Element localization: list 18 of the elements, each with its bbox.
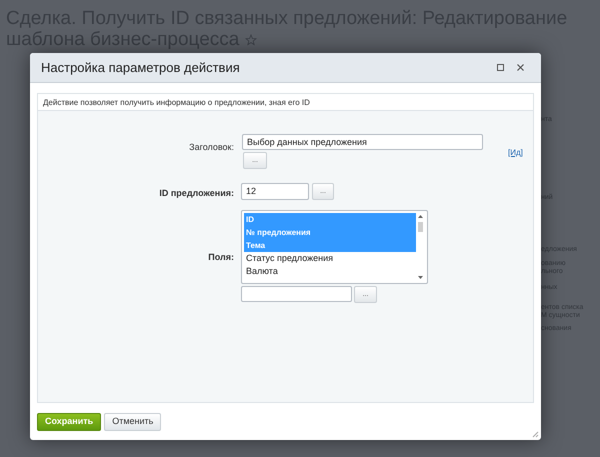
field-label: Заголовок:	[189, 142, 234, 152]
cancel-button[interactable]: Отменить	[104, 412, 162, 430]
close-icon[interactable]	[517, 64, 524, 71]
list-option[interactable]: Статус предложения	[244, 252, 416, 265]
star-icon[interactable]	[244, 34, 257, 46]
scrollbar-icon[interactable]	[416, 213, 425, 281]
fields-listbox[interactable]: ID № предложения Тема Статус предложения Валюта	[241, 210, 428, 284]
dialog-title: Настройка параметров действия	[41, 58, 241, 77]
text-field[interactable]: 12	[241, 183, 309, 200]
list-option[interactable]: Валюта	[244, 265, 416, 278]
field-label: ID предложения:	[159, 188, 234, 198]
resize-grip-icon[interactable]	[532, 431, 539, 438]
field-label: Поля:	[208, 252, 234, 262]
description-text: Действие позволяет получить информацию о предложении, зная его ID	[38, 94, 533, 111]
maximize-icon[interactable]	[497, 64, 504, 71]
text-field[interactable]: Выбор данных предложения	[242, 134, 483, 150]
text-field[interactable]	[241, 286, 352, 302]
id-link[interactable]: [Ид]	[508, 147, 523, 159]
